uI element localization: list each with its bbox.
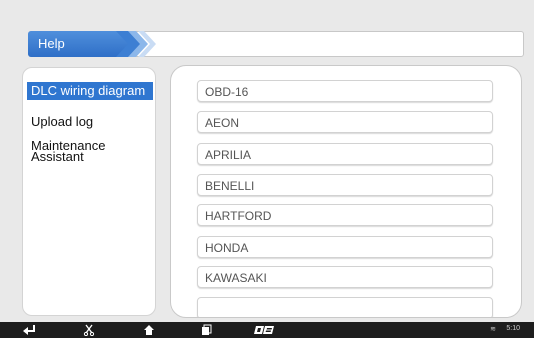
- list-item[interactable]: HARTFORD: [197, 204, 493, 226]
- list-item[interactable]: BENELLI: [197, 174, 493, 196]
- list-item[interactable]: AEON: [197, 111, 493, 133]
- list-item-label: AEON: [205, 116, 240, 130]
- list-item-label: OBD-16: [205, 85, 249, 99]
- logo-icon[interactable]: [253, 324, 275, 336]
- sidebar-item-label: Maintenance Assistant: [31, 138, 106, 164]
- list-item[interactable]: APRILIA: [197, 143, 493, 165]
- brand-list-panel: OBD-16 AEON APRILIA BENELLI HARTFORD HON…: [170, 65, 522, 318]
- list-item-label: HARTFORD: [205, 209, 272, 223]
- list-item-label: BENELLI: [205, 179, 255, 193]
- sidebar-item-upload-log[interactable]: Upload log: [27, 113, 153, 131]
- page-title: Help: [38, 36, 65, 51]
- list-item[interactable]: [197, 297, 493, 317]
- chevron-decoration-icon: [116, 31, 156, 57]
- recent-apps-icon[interactable]: [200, 324, 212, 336]
- sidebar: DLC wiring diagram Upload log Maintenanc…: [22, 67, 156, 316]
- list-item-label: HONDA: [205, 241, 249, 255]
- sidebar-item-maintenance-assistant[interactable]: Maintenance Assistant: [27, 138, 153, 164]
- clock: 5:10: [506, 325, 520, 332]
- sidebar-item-label: Upload log: [31, 114, 94, 129]
- back-icon[interactable]: [22, 324, 36, 336]
- wifi-icon: ≋: [490, 326, 496, 333]
- list-item[interactable]: HONDA: [197, 236, 493, 258]
- home-icon[interactable]: [143, 324, 155, 336]
- list-item[interactable]: OBD-16: [197, 80, 493, 102]
- system-nav-bar: ≋ 5:10: [0, 322, 534, 338]
- list-item-label: APRILIA: [205, 148, 252, 162]
- list-item[interactable]: KAWASAKI: [197, 266, 493, 288]
- sidebar-item-label: DLC wiring diagram: [31, 83, 146, 98]
- list-item-label: KAWASAKI: [205, 271, 267, 285]
- scissors-icon[interactable]: [83, 324, 95, 336]
- sidebar-item-dlc-wiring-diagram[interactable]: DLC wiring diagram: [27, 82, 153, 100]
